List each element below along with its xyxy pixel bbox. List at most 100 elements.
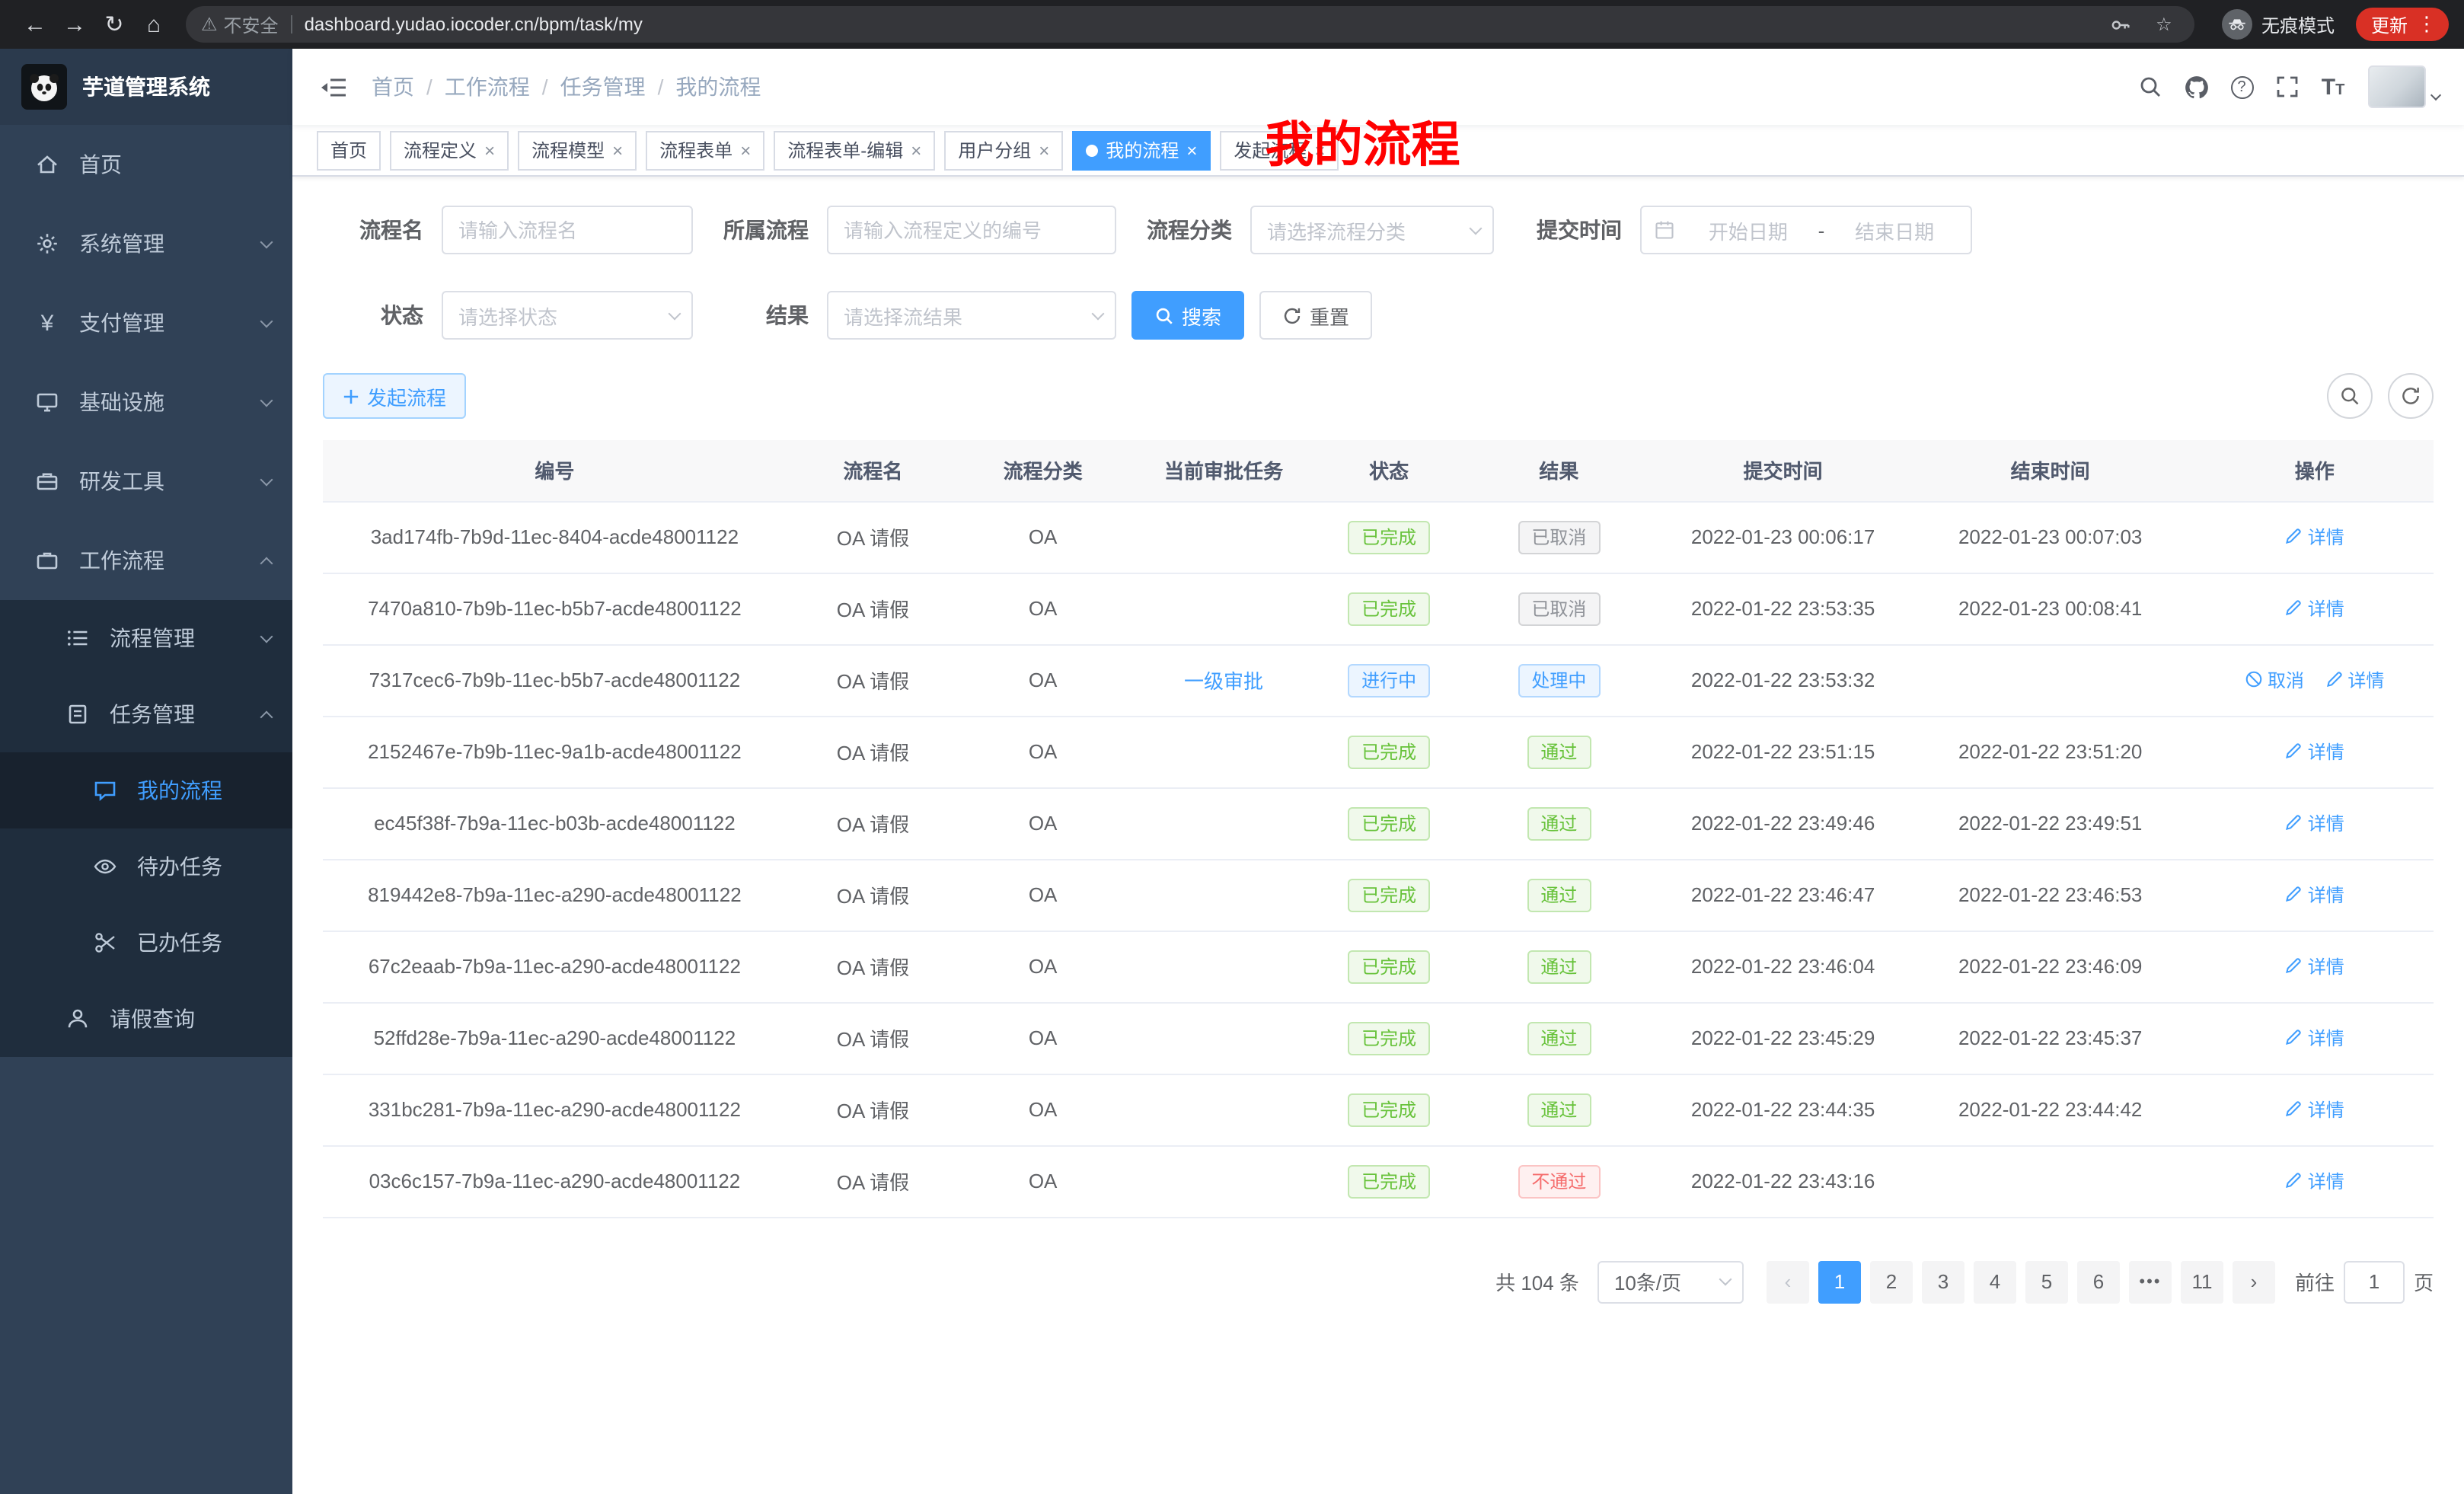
page-button-4[interactable]: 4 <box>1974 1260 2016 1303</box>
page-button-6[interactable]: 6 <box>2077 1260 2120 1303</box>
sidebar-item-task-mgmt[interactable]: 任务管理 <box>0 676 292 752</box>
cancel-link[interactable]: 取消 <box>2245 667 2304 693</box>
fullscreen-icon[interactable] <box>2265 64 2310 110</box>
page-button-2[interactable]: 2 <box>1870 1260 1913 1303</box>
bookmark-star-icon[interactable]: ☆ <box>2149 14 2179 35</box>
close-icon[interactable]: × <box>1314 141 1325 159</box>
cell-name: OA 请假 <box>787 1002 959 1074</box>
sidebar-item-my-process[interactable]: 我的流程 <box>0 752 292 828</box>
cell-id: 819442e8-7b9a-11ec-a290-acde48001122 <box>323 859 787 931</box>
sidebar-item-process-mgmt[interactable]: 流程管理 <box>0 600 292 676</box>
sidebar-item-label: 首页 <box>79 149 122 180</box>
more-pages-button[interactable]: ••• <box>2129 1260 2172 1303</box>
page-button-5[interactable]: 5 <box>2025 1260 2068 1303</box>
toggle-search-button[interactable] <box>2327 373 2373 419</box>
tab-home[interactable]: 首页 <box>317 130 381 170</box>
close-icon[interactable]: × <box>612 141 623 159</box>
edit-icon <box>2285 814 2303 832</box>
category-select[interactable]: 请选择流程分类 <box>1250 206 1494 254</box>
refresh-table-button[interactable] <box>2388 373 2434 419</box>
sidebar-item-home[interactable]: 首页 <box>0 125 292 204</box>
sidebar-item-workflow[interactable]: 工作流程 <box>0 521 292 600</box>
detail-link[interactable]: 详情 <box>2285 595 2344 621</box>
page-button-1[interactable]: 1 <box>1818 1260 1861 1303</box>
avatar[interactable] <box>2368 65 2426 108</box>
sidebar-item-done-tasks[interactable]: 已办任务 <box>0 905 292 981</box>
sidebar-toggle-icon[interactable] <box>317 70 350 104</box>
browser-menu-icon[interactable]: ⋮ <box>2414 12 2440 37</box>
content-area: 首页 / 工作流程 / 任务管理 / 我的流程 ? <box>292 49 2464 1494</box>
incognito-label: 无痕模式 <box>2261 11 2335 37</box>
detail-link[interactable]: 详情 <box>2285 524 2344 550</box>
edit-icon <box>2285 1172 2303 1190</box>
browser-reload-button[interactable]: ↻ <box>94 5 134 44</box>
sidebar-menu: 首页 系统管理 ¥ 支付管理 基础设施 <box>0 125 292 1494</box>
detail-link[interactable]: 详情 <box>2285 739 2344 765</box>
submit-time-range-picker[interactable]: 开始日期 - 结束日期 <box>1640 206 1972 254</box>
help-icon[interactable]: ? <box>2219 64 2265 110</box>
reset-button[interactable]: 重置 <box>1259 291 1372 340</box>
address-bar[interactable]: ⚠ 不安全 dashboard.yudao.iocoder.cn/bpm/tas… <box>186 6 2194 43</box>
search-icon[interactable] <box>2127 64 2173 110</box>
tab-user-group[interactable]: 用户分组× <box>944 130 1063 170</box>
search-button[interactable]: 搜索 <box>1131 291 1244 340</box>
goto-page-input[interactable] <box>2344 1260 2405 1303</box>
tab-start-process[interactable]: 发起流程× <box>1220 130 1339 170</box>
close-icon[interactable]: × <box>1039 141 1049 159</box>
prev-page-button[interactable]: ‹ <box>1767 1260 1809 1303</box>
app-logo-row[interactable]: 芋道管理系统 <box>0 49 292 125</box>
sidebar-item-system[interactable]: 系统管理 <box>0 204 292 283</box>
status-select[interactable]: 请选择状态 <box>442 291 693 340</box>
process-name-input[interactable] <box>442 206 693 254</box>
detail-link[interactable]: 详情 <box>2285 1025 2344 1051</box>
detail-link[interactable]: 详情 <box>2285 810 2344 836</box>
tab-process-form-edit[interactable]: 流程表单-编辑× <box>774 130 935 170</box>
tab-my-process[interactable]: 我的流程× <box>1072 130 1211 170</box>
owner-process-input[interactable] <box>827 206 1116 254</box>
avatar-caret-down-icon[interactable] <box>2432 91 2440 98</box>
table-row: 3ad174fb-7b9d-11ec-8404-acde48001122 OA … <box>323 501 2434 573</box>
next-page-button[interactable]: › <box>2233 1260 2275 1303</box>
font-size-icon[interactable]: TT <box>2310 64 2356 110</box>
result-select[interactable]: 请选择流结果 <box>827 291 1116 340</box>
close-icon[interactable]: × <box>1186 141 1197 159</box>
cell-name: OA 请假 <box>787 644 959 716</box>
list-icon <box>64 626 91 650</box>
detail-link[interactable]: 详情 <box>2285 1168 2344 1194</box>
sidebar-item-infra[interactable]: 基础设施 <box>0 362 292 442</box>
breadcrumb-task-mgmt[interactable]: 任务管理 <box>560 72 646 102</box>
page-size-select[interactable]: 10条/页 <box>1597 1260 1744 1303</box>
start-process-button[interactable]: 发起流程 <box>323 373 466 419</box>
detail-link[interactable]: 详情 <box>2285 1097 2344 1122</box>
browser-home-button[interactable]: ⌂ <box>134 5 174 44</box>
cell-submit-time: 2022-01-22 23:45:29 <box>1661 1002 1905 1074</box>
page-button-3[interactable]: 3 <box>1922 1260 1964 1303</box>
sidebar-item-leave-query[interactable]: 请假查询 <box>0 981 292 1057</box>
current-task-link[interactable]: 一级审批 <box>1184 670 1263 693</box>
close-icon[interactable]: × <box>484 141 495 159</box>
sidebar-item-devtools[interactable]: 研发工具 <box>0 442 292 521</box>
cell-end-time <box>1905 1145 2196 1217</box>
password-key-icon[interactable] <box>2106 13 2137 36</box>
close-icon[interactable]: × <box>740 141 751 159</box>
detail-link[interactable]: 详情 <box>2285 953 2344 979</box>
page-button-11[interactable]: 11 <box>2181 1260 2223 1303</box>
table-row: 7470a810-7b9b-11ec-b5b7-acde48001122 OA … <box>323 573 2434 644</box>
breadcrumb-home[interactable]: 首页 <box>372 72 414 102</box>
browser-update-button[interactable]: 更新 ⋮ <box>2356 8 2449 41</box>
tab-process-form[interactable]: 流程表单× <box>646 130 764 170</box>
github-icon[interactable] <box>2173 64 2219 110</box>
detail-link[interactable]: 详情 <box>2325 667 2384 693</box>
sidebar-item-payment[interactable]: ¥ 支付管理 <box>0 283 292 362</box>
detail-link[interactable]: 详情 <box>2285 882 2344 908</box>
close-icon[interactable]: × <box>911 141 921 159</box>
tab-process-definition[interactable]: 流程定义× <box>390 130 509 170</box>
browser-back-button[interactable]: ← <box>15 5 55 44</box>
cell-name: OA 请假 <box>787 1074 959 1145</box>
status-badge: 已完成 <box>1348 735 1430 768</box>
filter-row-1: 流程名 所属流程 流程分类 请选择流程分类 提交时间 开始日期 <box>323 206 2434 254</box>
browser-forward-button[interactable]: → <box>55 5 94 44</box>
sidebar-item-todo-tasks[interactable]: 待办任务 <box>0 828 292 905</box>
breadcrumb-workflow[interactable]: 工作流程 <box>445 72 530 102</box>
tab-process-model[interactable]: 流程模型× <box>518 130 637 170</box>
